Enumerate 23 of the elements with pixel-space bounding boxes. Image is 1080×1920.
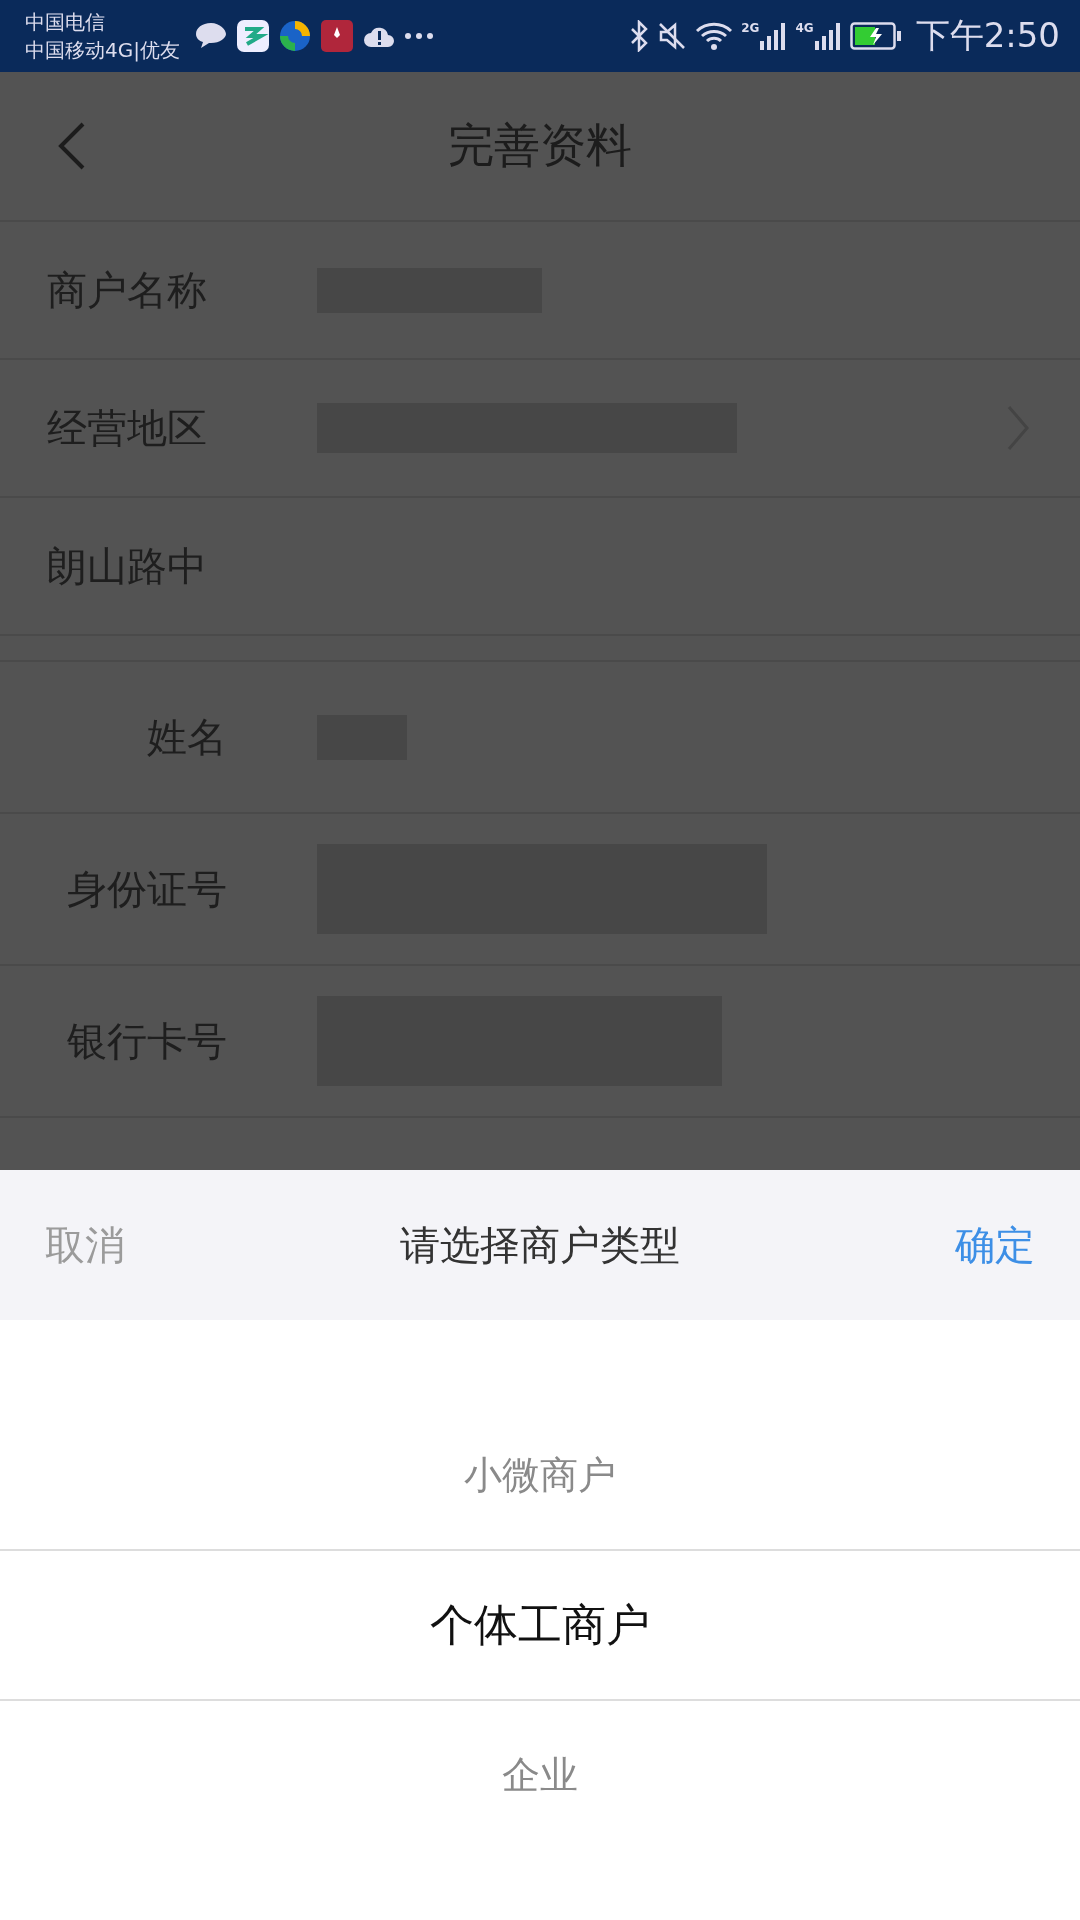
network-label: 4G — [795, 21, 814, 35]
confirm-button[interactable]: 确定 — [955, 1217, 1035, 1273]
bluetooth-icon — [629, 20, 650, 52]
wifi-icon — [695, 21, 734, 51]
signal-icon — [759, 21, 788, 51]
chat-bubble-icon — [193, 21, 228, 51]
page-title: 完善资料 — [447, 117, 633, 174]
picker-option[interactable]: 企业 — [0, 1701, 1080, 1849]
picker-option[interactable]: 小微商户 — [0, 1401, 1080, 1549]
signal-icon — [813, 21, 842, 51]
carrier-label: 中国电信 — [25, 9, 106, 36]
app-icon — [235, 19, 270, 53]
more-icon — [403, 32, 434, 40]
app-icon — [277, 19, 312, 53]
app-icon — [319, 19, 354, 53]
picker-title: 请选择商户类型 — [400, 1220, 680, 1270]
network-label: 2G — [741, 21, 760, 35]
clock: 下午2:50 — [915, 14, 1060, 57]
carrier-label: 中国移动4G|优友 — [25, 37, 180, 64]
battery-icon — [849, 22, 902, 50]
back-icon[interactable] — [57, 121, 87, 171]
picker-option[interactable]: 个体工商户 — [0, 1549, 1080, 1701]
cancel-button[interactable]: 取消 — [45, 1217, 125, 1273]
